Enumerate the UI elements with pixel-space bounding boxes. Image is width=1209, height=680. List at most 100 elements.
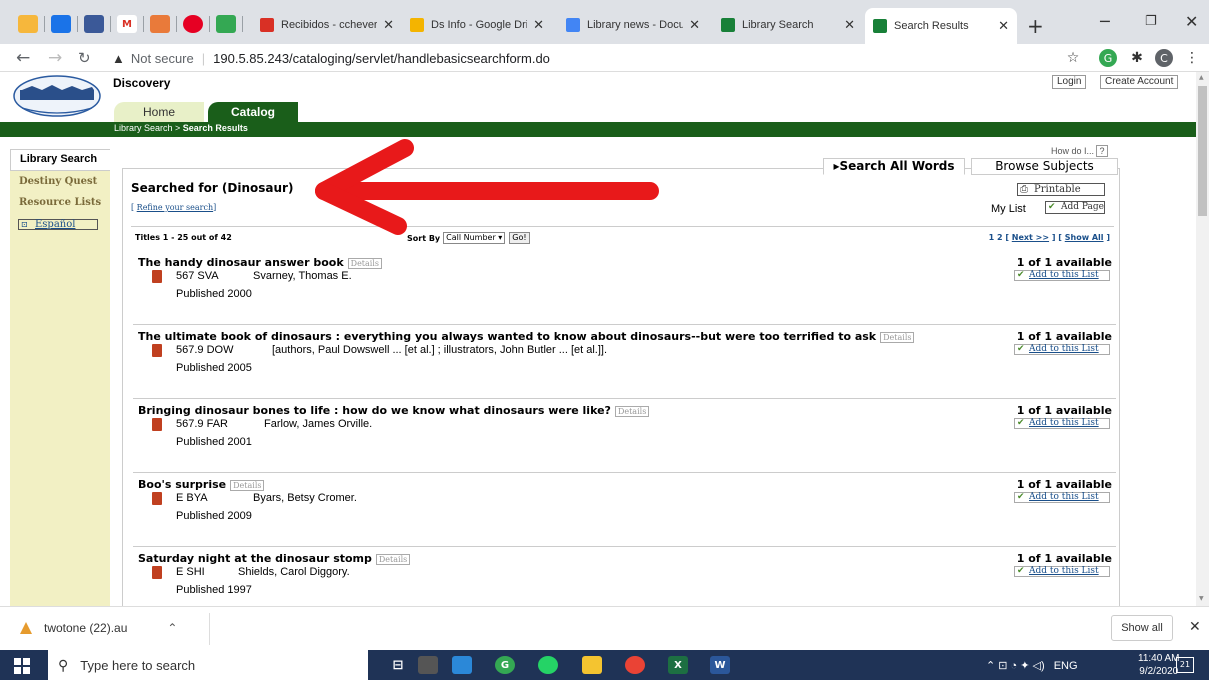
notification-icon[interactable]: 21 (1176, 657, 1194, 673)
reload-icon[interactable]: ↻ (78, 49, 91, 67)
result-title[interactable]: Bringing dinosaur bones to life : how do… (138, 404, 650, 417)
back-icon[interactable]: ← (16, 48, 30, 68)
how-do-i-link[interactable]: How do I...? (1051, 145, 1109, 157)
star-icon[interactable]: ☆ (1064, 49, 1082, 67)
puzzle-icon[interactable]: ✱ (1128, 49, 1146, 67)
go-button[interactable]: Go! (509, 232, 530, 244)
pinned-tab-icon[interactable] (84, 15, 104, 33)
add-to-list-button[interactable]: ✔ Add to this List (1014, 492, 1110, 503)
author: Byars, Betsy Cromer. (253, 492, 357, 504)
pinterest-icon[interactable] (183, 15, 203, 33)
chrome-icon[interactable] (625, 656, 645, 674)
start-icon[interactable] (14, 658, 30, 674)
gmail-icon[interactable]: M (117, 15, 137, 33)
next-page-link[interactable]: Next >> (1012, 233, 1049, 242)
tab-recibidos[interactable]: Recibidos - ccheveri ✕ (252, 10, 402, 40)
page-links[interactable]: 1 2 (989, 233, 1003, 242)
avatar[interactable]: C (1155, 49, 1173, 67)
details-button[interactable]: Details (880, 331, 915, 343)
create-account-button[interactable]: Create Account (1100, 75, 1179, 89)
tab-home[interactable]: Home (114, 102, 204, 122)
add-page-button[interactable]: ✔ Add Page (1045, 201, 1105, 214)
close-icon[interactable]: ✕ (533, 17, 544, 33)
tab-search-all-words[interactable]: ▸Search All Words (823, 158, 965, 175)
scrollbar-thumb[interactable] (1198, 86, 1207, 216)
window-close-icon[interactable]: ✕ (1185, 12, 1198, 31)
refine-search-link[interactable]: [ Refine your search] (131, 203, 216, 212)
pinned-tab-icon[interactable] (150, 15, 170, 33)
windows-taskbar: ⚲ Type here to search ⊟ G X W ⌃ ⊡ ◔ ✦ ◁)… (0, 650, 1209, 680)
show-all-link[interactable]: Show All (1065, 233, 1104, 242)
drive-icon[interactable] (216, 15, 236, 33)
tab-library-news[interactable]: Library news - Docu ✕ (558, 10, 708, 40)
excel-icon[interactable]: X (668, 656, 688, 674)
mail-icon[interactable] (452, 656, 472, 674)
download-item[interactable]: twotone (22).au ⌃ (20, 621, 177, 635)
breadcrumb-link[interactable]: Library Search (114, 123, 173, 133)
details-button[interactable]: Details (230, 479, 265, 491)
close-icon[interactable]: ✕ (383, 17, 394, 33)
help-icon[interactable]: ? (1096, 145, 1109, 157)
language-toggle[interactable]: ⊡ Español (18, 219, 98, 230)
store-icon[interactable] (418, 656, 438, 674)
tab-library-search[interactable]: Library Search ✕ (713, 10, 863, 40)
breadcrumb-current: Search Results (182, 123, 248, 133)
pinned-tab-icon[interactable] (18, 15, 38, 33)
restore-icon[interactable]: ❐ (1145, 14, 1157, 29)
result-title[interactable]: The handy dinosaur answer book Details (138, 256, 383, 269)
close-icon[interactable]: ✕ (1189, 619, 1201, 635)
scroll-down-icon[interactable]: ▼ (1199, 595, 1204, 602)
scroll-up-icon[interactable]: ▲ (1199, 74, 1204, 81)
printable-button[interactable]: ⎙ Printable (1017, 183, 1105, 196)
close-icon[interactable]: ✕ (844, 17, 855, 33)
tab-catalog[interactable]: Catalog (208, 102, 298, 122)
details-button[interactable]: Details (614, 405, 650, 417)
extension-icon[interactable]: G (1099, 49, 1117, 67)
result-title[interactable]: The ultimate book of dinosaurs : everyth… (138, 330, 915, 343)
add-to-list-button[interactable]: ✔ Add to this List (1014, 344, 1110, 355)
file-explorer-icon[interactable] (582, 656, 602, 674)
add-to-list-button[interactable]: ✔ Add to this List (1014, 418, 1110, 429)
word-icon[interactable]: W (710, 656, 730, 674)
sidebar-item-destiny-quest[interactable]: Destiny Quest (19, 176, 97, 187)
login-button[interactable]: Login (1052, 75, 1087, 89)
language-indicator[interactable]: ENG (1054, 660, 1078, 672)
menu-icon[interactable]: ⋮ (1183, 49, 1201, 67)
close-icon[interactable]: ✕ (998, 18, 1009, 34)
details-button[interactable]: Details (375, 553, 411, 565)
availability: 1 of 1 available (1016, 404, 1112, 417)
show-all-button[interactable]: Show all (1111, 615, 1173, 641)
page-scrollbar[interactable]: ▲ ▼ (1196, 72, 1209, 606)
result-item: Bringing dinosaur bones to life : how do… (133, 399, 1116, 473)
result-item: The ultimate book of dinosaurs : everyth… (133, 325, 1116, 399)
chrome-extension-icon[interactable]: G (495, 656, 515, 674)
sidebar-item-library-search[interactable]: Library Search (10, 149, 110, 171)
details-button[interactable]: Details (347, 257, 383, 269)
new-tab-button[interactable]: + (1027, 14, 1044, 38)
minimize-icon[interactable]: ─ (1100, 12, 1110, 31)
clock[interactable]: 11:40 AM 9/2/2020 (1138, 652, 1180, 678)
taskbar-search[interactable]: ⚲ Type here to search (48, 650, 368, 680)
library-icon (873, 19, 887, 33)
sort-select[interactable]: Call Number ▾ (443, 232, 506, 244)
tab-search-results[interactable]: Search Results ✕ (865, 8, 1017, 44)
warning-icon: ▲ (112, 50, 125, 66)
result-title[interactable]: Boo's surprise Details (138, 478, 265, 491)
published-date: Published 2001 (176, 436, 252, 448)
close-icon[interactable]: ✕ (689, 17, 700, 33)
add-to-list-button[interactable]: ✔ Add to this List (1014, 566, 1110, 577)
whatsapp-icon[interactable] (538, 656, 558, 674)
tab-ds-info[interactable]: Ds Info - Google Dri ✕ (402, 10, 552, 40)
sidebar-item-resource-lists[interactable]: Resource Lists (19, 197, 101, 208)
chevron-up-icon[interactable]: ⌃ (167, 621, 177, 635)
add-to-list-button[interactable]: ✔ Add to this List (1014, 270, 1110, 281)
url-field[interactable]: ▲ Not secure | 190.5.85.243/cataloging/s… (112, 47, 1032, 69)
call-number: E SHI (176, 566, 205, 578)
tray-icons[interactable]: ⌃ ⊡ ◔ ✦ ◁) (986, 660, 1045, 672)
forward-icon[interactable]: → (48, 48, 62, 68)
result-title[interactable]: Saturday night at the dinosaur stomp Deta… (138, 552, 411, 565)
task-view-icon[interactable]: ⊟ (388, 656, 408, 674)
pinned-tab-icon[interactable] (51, 15, 71, 33)
tab-browse-subjects[interactable]: Browse Subjects (971, 158, 1118, 175)
checkmark-icon: ✔ (1017, 344, 1025, 354)
